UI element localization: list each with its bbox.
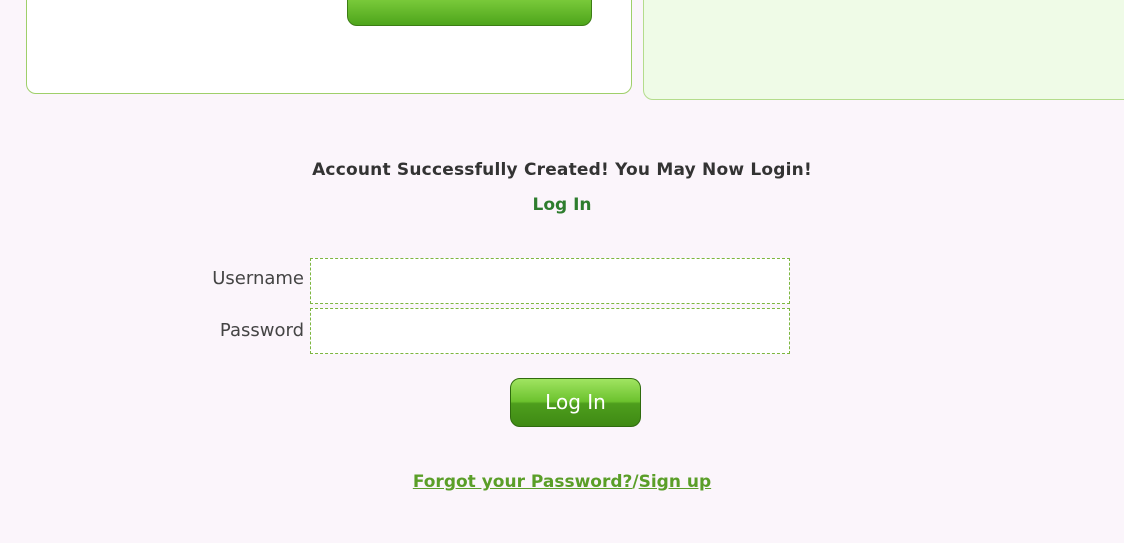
password-label: Password <box>219 320 304 341</box>
top-right-panel <box>643 0 1124 100</box>
forgot-password-link[interactable]: Forgot your Password? <box>413 472 633 492</box>
login-heading: Log In <box>532 195 592 215</box>
sign-up-link[interactable]: Sign up <box>639 472 712 492</box>
username-input[interactable] <box>310 258 790 304</box>
top-green-button[interactable] <box>347 0 592 26</box>
password-input[interactable] <box>310 308 790 354</box>
success-message: Account Successfully Created! You May No… <box>312 160 812 180</box>
auth-links: Forgot your Password?/Sign up <box>0 472 1124 492</box>
login-button[interactable]: Log In <box>510 378 641 427</box>
username-label: Username <box>212 268 304 289</box>
